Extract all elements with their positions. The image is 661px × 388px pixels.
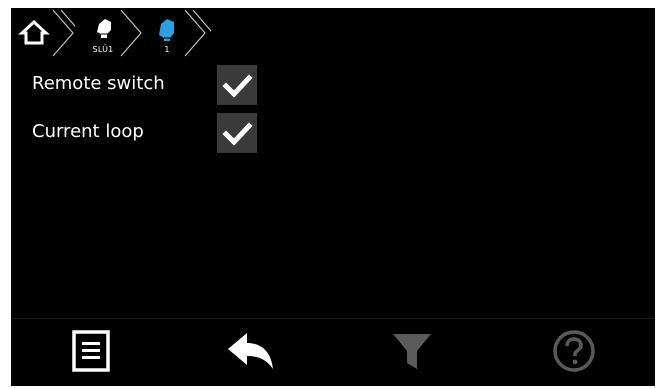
setting-row-remote-switch: Remote switch xyxy=(11,65,655,105)
list-icon xyxy=(72,330,110,372)
check-icon xyxy=(222,74,253,98)
filter-icon xyxy=(393,334,431,369)
device-icon xyxy=(97,19,111,38)
device-icon-active xyxy=(159,19,174,41)
breadcrumb-item-1[interactable]: 1 xyxy=(145,8,215,63)
setting-label: Current loop xyxy=(32,121,144,142)
help-button[interactable] xyxy=(544,327,604,379)
check-icon xyxy=(222,122,253,146)
setting-row-current-loop: Current loop xyxy=(11,113,655,153)
breadcrumb: SLÜ1 1 xyxy=(11,8,241,63)
breadcrumb-home[interactable] xyxy=(11,8,75,63)
filter-button[interactable] xyxy=(382,327,442,379)
list-button[interactable] xyxy=(61,327,121,379)
help-icon xyxy=(553,330,595,372)
back-button[interactable] xyxy=(221,327,281,379)
bottom-toolbar xyxy=(11,318,655,386)
home-icon xyxy=(18,19,50,45)
back-arrow-icon xyxy=(228,333,273,369)
setting-label: Remote switch xyxy=(32,73,165,94)
current-loop-checkbox[interactable] xyxy=(217,113,257,153)
screen: SLÜ1 1 Remote switch Current loop xyxy=(11,8,655,386)
remote-switch-checkbox[interactable] xyxy=(217,65,257,105)
breadcrumb-item-slu1[interactable]: SLÜ1 xyxy=(77,8,147,63)
breadcrumb-label: 1 xyxy=(164,45,170,54)
breadcrumb-label: SLÜ1 xyxy=(92,45,114,54)
